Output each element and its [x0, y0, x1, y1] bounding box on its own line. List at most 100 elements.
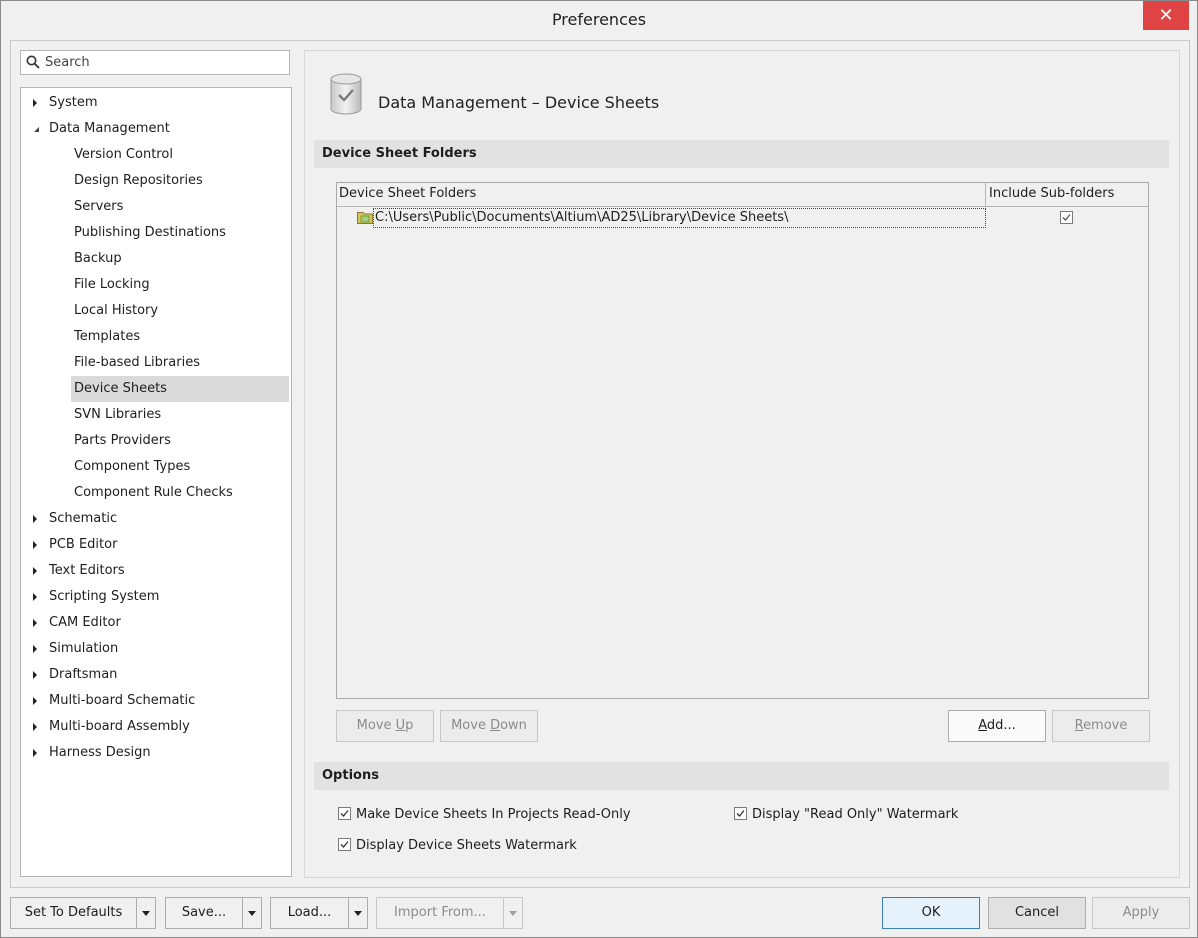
tree-item-label: Component Rule Checks	[74, 485, 233, 500]
tree-item-label: Version Control	[74, 147, 173, 162]
close-button[interactable]: ✕	[1143, 1, 1189, 30]
set-to-defaults-split-button: Set To Defaults	[10, 897, 156, 929]
chevron-right-icon[interactable]	[31, 636, 43, 662]
import-from-split-button: Import From...	[376, 897, 523, 929]
tree-item-backup[interactable]: Backup	[71, 246, 289, 272]
tree-item-servers[interactable]: Servers	[71, 194, 289, 220]
chevron-down-icon[interactable]	[504, 898, 522, 928]
option-read-only-watermark[interactable]: Display "Read Only" Watermark	[734, 807, 958, 822]
chevron-right-icon[interactable]	[31, 688, 43, 714]
tree-item-schematic[interactable]: Schematic	[31, 506, 289, 532]
chevron-expanded-icon[interactable]	[31, 116, 43, 142]
tree-item-design-repositories[interactable]: Design Repositories	[71, 168, 289, 194]
tree-item-file-locking[interactable]: File Locking	[71, 272, 289, 298]
move-down-button[interactable]: Move Down	[440, 710, 538, 742]
move-up-button[interactable]: Move Up	[336, 710, 434, 742]
search-input[interactable]	[45, 53, 285, 72]
chevron-down-icon[interactable]	[349, 898, 367, 928]
option-read-only[interactable]: Make Device Sheets In Projects Read-Only	[338, 807, 631, 822]
move-down-label-pre: Move	[451, 718, 491, 733]
settings-panel: Data Management – Device Sheets Device S…	[304, 50, 1180, 878]
tree-item-local-history[interactable]: Local History	[71, 298, 289, 324]
include-subfolders-checkbox[interactable]	[1060, 211, 1073, 224]
device-sheets-watermark-checkbox[interactable]	[338, 838, 351, 851]
tree-item-publishing-destinations[interactable]: Publishing Destinations	[71, 220, 289, 246]
move-up-label-post: p	[405, 718, 414, 733]
folder-icon	[357, 212, 373, 224]
tree-item-data-management[interactable]: Data Management	[31, 116, 289, 142]
chevron-right-icon[interactable]	[31, 714, 43, 740]
tree-item-label: SVN Libraries	[74, 407, 162, 422]
set-to-defaults-button[interactable]: Set To Defaults	[11, 898, 136, 928]
tree-item-component-rule-checks[interactable]: Component Rule Checks	[71, 480, 289, 506]
chevron-right-icon[interactable]	[31, 558, 43, 584]
tree-item-label: File Locking	[74, 277, 150, 292]
tree-item-multi-board-assembly[interactable]: Multi-board Assembly	[31, 714, 289, 740]
chevron-right-icon[interactable]	[31, 532, 43, 558]
title-bar: Preferences ✕	[1, 1, 1197, 39]
folder-path-cell[interactable]: C:\Users\Public\Documents\Altium\AD25\Li…	[373, 208, 986, 228]
save-button[interactable]: Save...	[166, 898, 242, 928]
cancel-button[interactable]: Cancel	[988, 897, 1086, 929]
remove-label-key: R	[1074, 718, 1084, 733]
tree-item-component-types[interactable]: Component Types	[71, 454, 289, 480]
chevron-right-icon[interactable]	[31, 506, 43, 532]
chevron-down-icon[interactable]	[137, 898, 155, 928]
apply-button[interactable]: Apply	[1092, 897, 1190, 929]
tree-item-multi-board-schematic[interactable]: Multi-board Schematic	[31, 688, 289, 714]
tree-item-label: Device Sheets	[74, 381, 167, 396]
tree-item-cam-editor[interactable]: CAM Editor	[31, 610, 289, 636]
tree-item-scripting-system[interactable]: Scripting System	[31, 584, 289, 610]
column-header-include-subfolders[interactable]: Include Sub-folders	[989, 186, 1114, 201]
remove-button[interactable]: Remove	[1052, 710, 1150, 742]
tree-item-draftsman[interactable]: Draftsman	[31, 662, 289, 688]
chevron-right-icon[interactable]	[31, 584, 43, 610]
tree-item-file-based-libraries[interactable]: File-based Libraries	[71, 350, 289, 376]
ok-button[interactable]: OK	[882, 897, 980, 929]
preferences-tree: System Data Management Version Control Desi…	[20, 87, 292, 877]
chevron-right-icon[interactable]	[31, 90, 43, 116]
move-up-label-key: U	[395, 718, 406, 733]
read-only-watermark-checkbox[interactable]	[734, 807, 747, 820]
tree-item-label: Multi-board Schematic	[49, 693, 196, 708]
load-split-button: Load...	[270, 897, 368, 929]
tree-item-device-sheets[interactable]: Device Sheets	[71, 376, 289, 402]
load-button[interactable]: Load...	[271, 898, 348, 928]
move-down-label-post: own	[500, 718, 527, 733]
chevron-right-icon[interactable]	[31, 610, 43, 636]
option-device-sheets-watermark[interactable]: Display Device Sheets Watermark	[338, 838, 577, 853]
column-header-folders[interactable]: Device Sheet Folders	[339, 186, 476, 201]
tree-item-parts-providers[interactable]: Parts Providers	[71, 428, 289, 454]
table-row[interactable]: C:\Users\Public\Documents\Altium\AD25\Li…	[337, 207, 1148, 229]
tree-item-harness-design[interactable]: Harness Design	[31, 740, 289, 766]
tree-item-label: Scripting System	[49, 589, 160, 604]
read-only-checkbox[interactable]	[338, 807, 351, 820]
chevron-down-icon[interactable]	[243, 898, 261, 928]
tree-item-label: File-based Libraries	[74, 355, 200, 370]
tree-item-pcb-editor[interactable]: PCB Editor	[31, 532, 289, 558]
chevron-right-icon[interactable]	[31, 740, 43, 766]
device-sheet-folders-grid[interactable]: Device Sheet Folders Include Sub-folders…	[336, 182, 1149, 699]
save-split-button: Save...	[165, 897, 262, 929]
read-only-label: Make Device Sheets In Projects Read-Only	[356, 807, 631, 822]
read-only-watermark-label: Display "Read Only" Watermark	[752, 807, 959, 822]
tree-item-label: Harness Design	[49, 745, 151, 760]
column-divider[interactable]	[985, 183, 986, 206]
tree-item-label: System	[49, 95, 98, 110]
chevron-right-icon[interactable]	[31, 662, 43, 688]
add-button[interactable]: Add...	[948, 710, 1046, 742]
tree-item-label: Text Editors	[49, 563, 125, 578]
tree-item-simulation[interactable]: Simulation	[31, 636, 289, 662]
tree-item-version-control[interactable]: Version Control	[71, 142, 289, 168]
tree-item-templates[interactable]: Templates	[71, 324, 289, 350]
page-title: Data Management – Device Sheets	[378, 93, 660, 112]
tree-item-system[interactable]: System	[31, 90, 289, 116]
import-from-button[interactable]: Import From...	[377, 898, 503, 928]
tree-item-label: Backup	[74, 251, 122, 266]
tree-item-svn-libraries[interactable]: SVN Libraries	[71, 402, 289, 428]
search-box[interactable]	[20, 50, 290, 75]
tree-item-label: Parts Providers	[74, 433, 171, 448]
device-sheets-watermark-label: Display Device Sheets Watermark	[356, 838, 577, 853]
close-icon: ✕	[1158, 5, 1174, 26]
tree-item-text-editors[interactable]: Text Editors	[31, 558, 289, 584]
